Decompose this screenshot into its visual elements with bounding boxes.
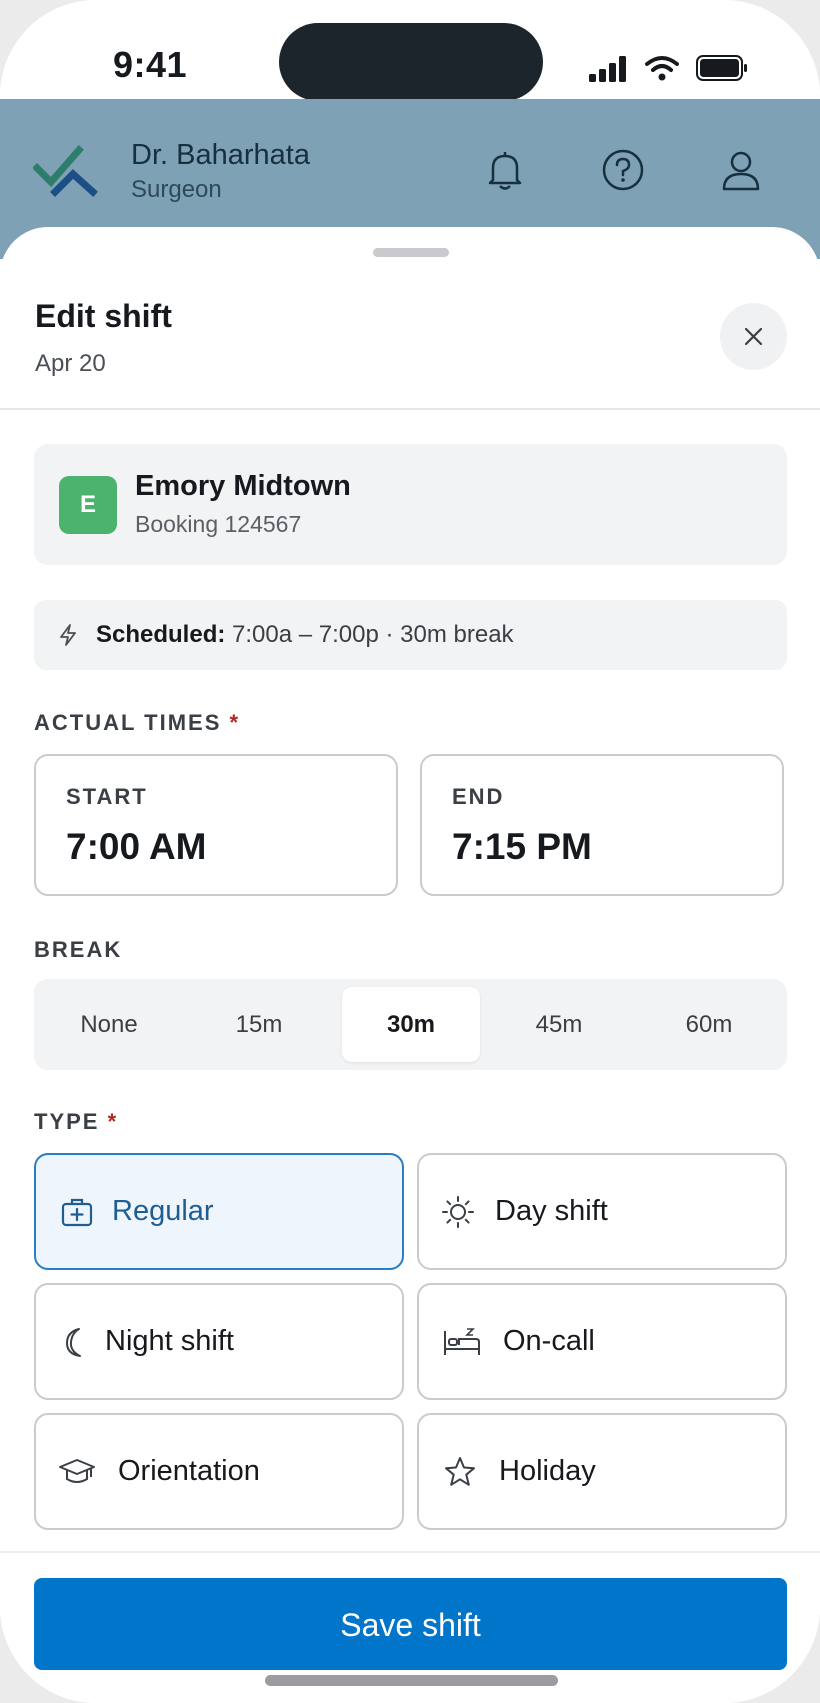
header-divider bbox=[0, 408, 820, 410]
shift-date: Apr 20 bbox=[35, 350, 106, 377]
end-value: 7:15 PM bbox=[452, 826, 592, 867]
type-label-night-shift: Night shift bbox=[105, 1325, 234, 1357]
close-button[interactable] bbox=[720, 303, 787, 370]
graduation-cap-icon bbox=[59, 1459, 95, 1483]
help-icon[interactable] bbox=[601, 148, 645, 192]
sheet-grabber[interactable] bbox=[373, 248, 449, 257]
scheduled-detail: 7:00a – 7:00p · 30m break bbox=[225, 621, 514, 648]
break-option-30m[interactable]: 30m bbox=[342, 987, 480, 1062]
start-label: START bbox=[66, 784, 148, 809]
end-time-field[interactable]: END 7:15 PM bbox=[420, 754, 784, 896]
sun-icon bbox=[442, 1196, 474, 1228]
save-shift-button[interactable]: Save shift bbox=[34, 1578, 787, 1670]
app-logo-icon bbox=[33, 145, 98, 197]
lightning-icon bbox=[60, 624, 76, 646]
type-label-regular: Regular bbox=[112, 1195, 214, 1227]
profile-icon[interactable] bbox=[719, 148, 763, 192]
status-time: 9:41 bbox=[113, 44, 188, 85]
actual-times-label: ACTUAL TIMES * bbox=[34, 710, 241, 735]
dynamic-island bbox=[279, 23, 543, 101]
home-indicator bbox=[265, 1675, 558, 1686]
break-option-60m[interactable]: 60m bbox=[642, 979, 776, 1070]
facility-card bbox=[34, 444, 787, 565]
type-label-orientation: Orientation bbox=[118, 1455, 260, 1487]
star-icon bbox=[445, 1457, 475, 1486]
type-option-night-shift[interactable]: Night shift bbox=[34, 1283, 404, 1400]
status-bar: 9:41 bbox=[0, 0, 820, 101]
facility-avatar: E bbox=[59, 476, 117, 534]
bell-icon[interactable] bbox=[483, 148, 527, 192]
start-time-field[interactable]: START 7:00 AM bbox=[34, 754, 398, 896]
user-name: Dr. Baharhata bbox=[131, 139, 310, 171]
type-option-holiday[interactable]: Holiday bbox=[417, 1413, 787, 1530]
type-option-regular[interactable]: Regular bbox=[34, 1153, 404, 1270]
wifi-icon bbox=[645, 56, 679, 81]
type-label-holiday: Holiday bbox=[499, 1455, 596, 1487]
break-option-none[interactable]: None bbox=[42, 979, 176, 1070]
type-option-day-shift[interactable]: Day shift bbox=[417, 1153, 787, 1270]
end-label: END bbox=[452, 784, 505, 809]
type-label: TYPE * bbox=[34, 1109, 119, 1134]
booking-number: Booking 124567 bbox=[135, 511, 302, 537]
type-option-on-call[interactable]: On-call bbox=[417, 1283, 787, 1400]
start-value: 7:00 AM bbox=[66, 826, 207, 867]
break-label: BREAK bbox=[34, 937, 123, 962]
moon-icon bbox=[66, 1328, 81, 1357]
break-option-15m[interactable]: 15m bbox=[192, 979, 326, 1070]
phone-frame: 9:41 Dr. Baharhata Surgeon Edit shift Ap… bbox=[0, 0, 820, 1703]
scheduled-text: Scheduled: 7:00a – 7:00p · 30m break bbox=[96, 621, 514, 649]
type-option-orientation[interactable]: Orientation bbox=[34, 1413, 404, 1530]
type-label-day-shift: Day shift bbox=[495, 1195, 608, 1227]
facility-name: Emory Midtown bbox=[135, 470, 351, 502]
break-option-45m[interactable]: 45m bbox=[492, 979, 626, 1070]
break-segmented-control: None 15m 30m 45m 60m bbox=[34, 979, 787, 1070]
close-icon bbox=[744, 327, 763, 346]
battery-icon bbox=[696, 55, 747, 81]
cellular-signal-icon bbox=[589, 56, 627, 82]
scheduled-label: Scheduled: bbox=[96, 621, 226, 648]
bed-icon bbox=[444, 1328, 480, 1355]
sheet-title: Edit shift bbox=[35, 298, 172, 334]
footer-divider bbox=[0, 1551, 820, 1553]
user-role: Surgeon bbox=[131, 176, 222, 203]
type-label-on-call: On-call bbox=[503, 1325, 595, 1357]
medical-bag-icon bbox=[61, 1198, 93, 1227]
